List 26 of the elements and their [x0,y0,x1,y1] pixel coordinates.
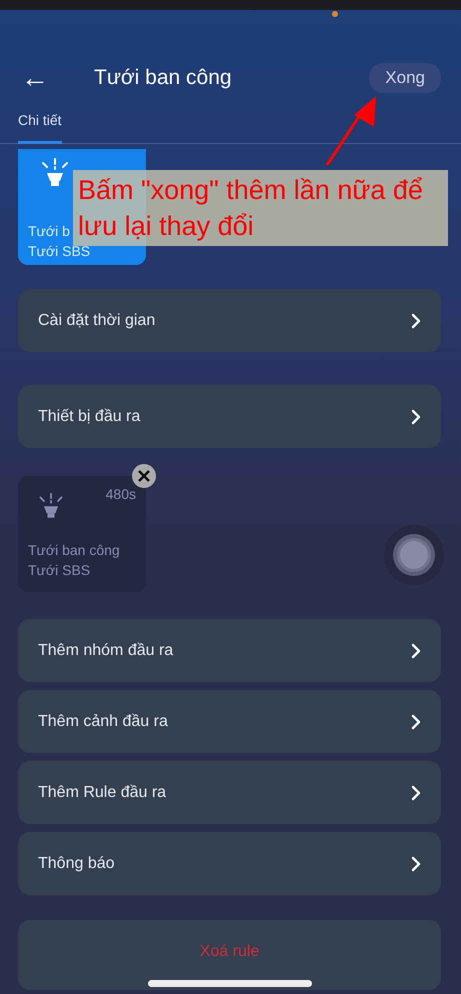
chevron-icon [411,312,421,328]
done-button[interactable]: Xong [369,63,441,93]
settings-row[interactable]: Thêm Rule đầu ra [18,761,441,824]
device-name: Tưới ban công [28,541,121,560]
duration-text: 480s [106,485,136,504]
chevron-icon [411,714,421,730]
settings-row[interactable]: Thiết bị đầu ra [18,385,441,448]
chevron-icon [411,408,421,424]
chevron-icon [411,642,421,658]
back-button[interactable]: ← [20,64,50,92]
annotation-text: Bấm "xong" thêm lần nữa để lưu lại thay đổi [73,170,448,246]
status-dot [332,11,338,17]
close-icon [138,470,150,482]
chevron-icon [411,856,421,872]
tab[interactable]: Chi tiết [18,110,62,144]
annotation-arrow [324,95,378,167]
device-card[interactable]: 480s Tưới ban công Tưới SBS [18,476,146,592]
chevron-icon [411,784,421,800]
screen-title: Tưới ban công [94,65,233,92]
device-name: Tưới b [28,222,70,241]
settings-row[interactable]: Thêm nhóm đầu ra [18,619,441,682]
settings-row[interactable]: Thêm cảnh đầu ra [18,690,441,753]
device-group: Tưới SBS [28,560,136,580]
settings-row[interactable]: Cài đặt thời gian [18,289,441,352]
settings-row[interactable]: Thông báo [18,832,441,895]
remove-button[interactable] [132,464,156,488]
